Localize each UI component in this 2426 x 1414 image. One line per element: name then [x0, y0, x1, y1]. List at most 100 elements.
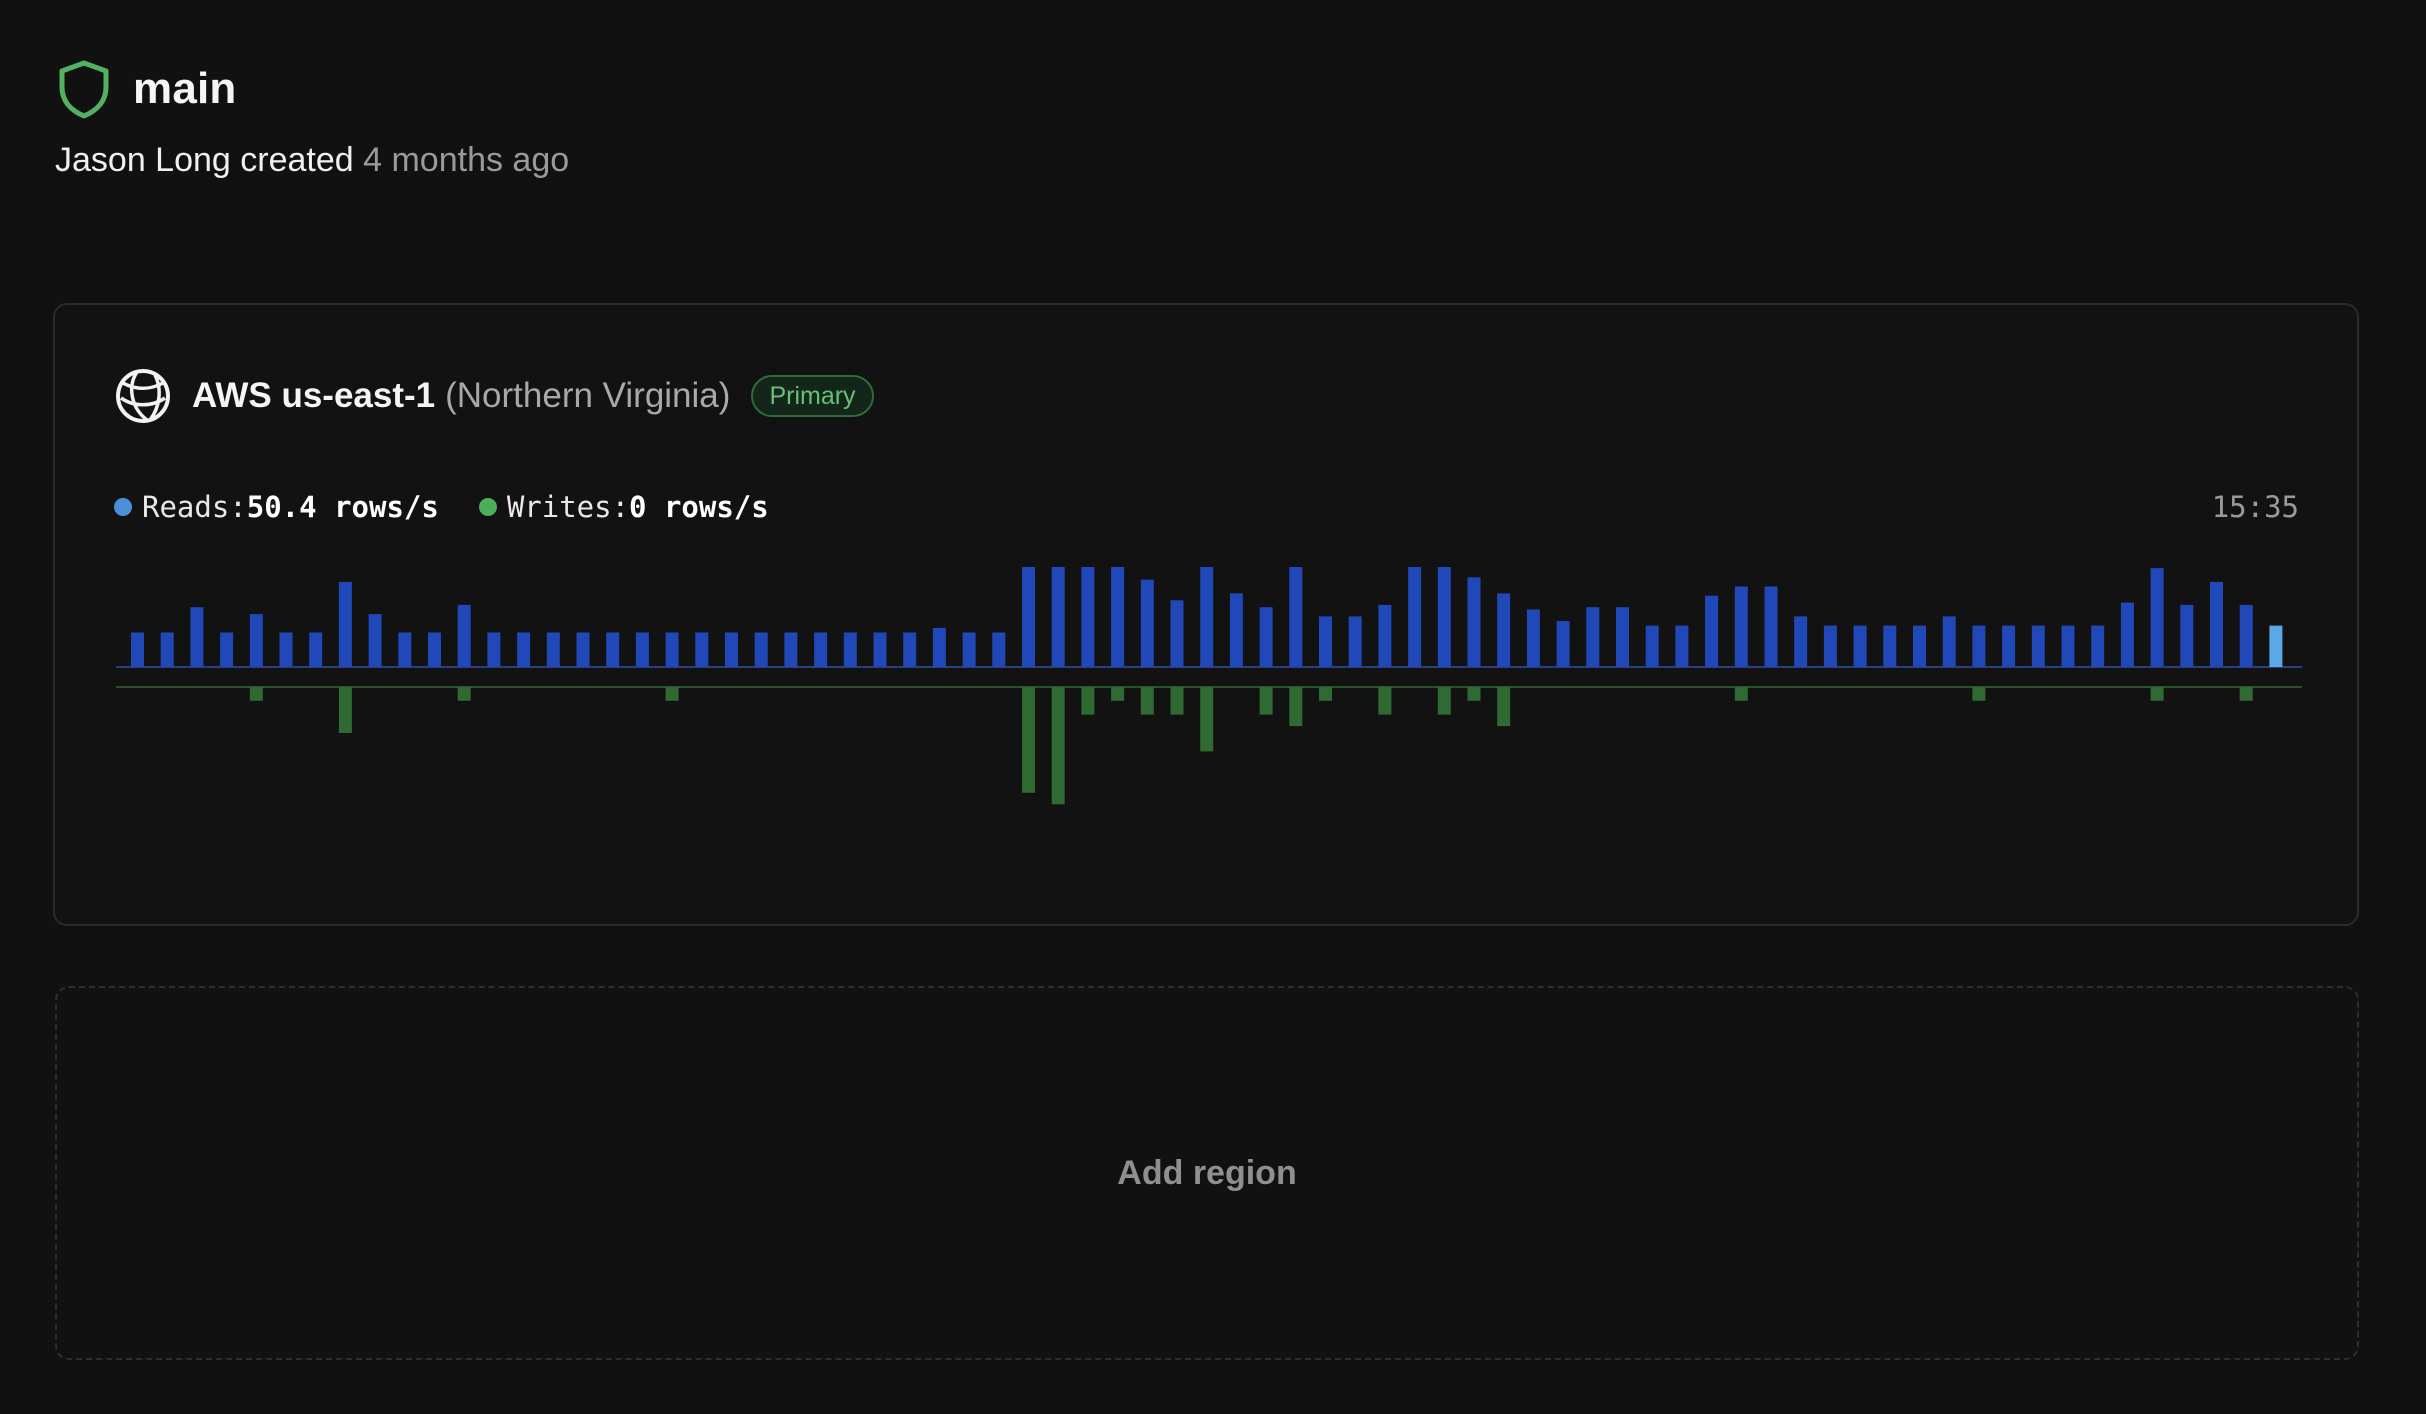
- reads-bar: [1526, 609, 1540, 667]
- shield-icon: [59, 60, 109, 119]
- writes-bar: [1051, 687, 1065, 805]
- reads-bar: [2210, 581, 2223, 667]
- reads-bar: [962, 632, 976, 667]
- writes-bar: [2150, 687, 2164, 701]
- writes-bar: [1378, 687, 1392, 715]
- created-time-text: 4 months ago: [363, 141, 570, 179]
- writes-bar: [665, 687, 679, 701]
- reads-bar: [1734, 586, 1748, 667]
- activity-chart: [116, 567, 2302, 805]
- writes-bar: [249, 687, 263, 701]
- reads-bar: [1467, 577, 1481, 667]
- reads-bar: [1111, 567, 1125, 667]
- reads-bar: [398, 632, 412, 667]
- reads-bar: [368, 614, 382, 667]
- reads-bar: [1794, 616, 1808, 667]
- created-by-text: Jason Long created: [55, 141, 354, 179]
- reads-bar: [843, 632, 857, 667]
- reads-bar: [309, 632, 323, 667]
- writes-bar: [1140, 687, 1154, 715]
- writes-bar: [1200, 687, 1214, 752]
- reads-bar: [1170, 600, 1184, 667]
- writes-bar: [1319, 687, 1332, 701]
- writes-bar: [1111, 687, 1125, 701]
- region-location: (Northern Virginia): [445, 376, 731, 415]
- reads-bar: [2091, 625, 2105, 667]
- reads-bar: [754, 632, 768, 667]
- reads-bar: [1348, 616, 1362, 667]
- add-region-button[interactable]: Add region: [55, 986, 2359, 1360]
- reads-bar: [1022, 567, 1035, 667]
- region-name: AWS us-east-1: [192, 376, 436, 415]
- reads-bar: [932, 627, 946, 667]
- writes-bar: [457, 687, 471, 701]
- reads-bar: [2002, 625, 2016, 667]
- reads-bar: [1289, 567, 1303, 667]
- reads-label: Reads:: [142, 490, 247, 524]
- chart-time: 15:35: [2211, 490, 2299, 524]
- writes-bar: [1972, 687, 1986, 701]
- globe-icon: [116, 369, 170, 423]
- writes-bar: [1467, 687, 1481, 701]
- reads-bar: [635, 632, 649, 667]
- reads-bar: [1764, 586, 1778, 667]
- reads-bar: [160, 632, 174, 667]
- reads-bar-current: [2269, 625, 2283, 667]
- reads-bar: [1229, 593, 1243, 667]
- reads-bar: [190, 607, 204, 667]
- reads-bar: [606, 632, 620, 667]
- reads-bar: [1319, 616, 1332, 667]
- reads-bar: [725, 632, 738, 667]
- reads-value: 50.4 rows/s: [246, 490, 439, 524]
- reads-bar: [1913, 625, 1926, 667]
- writes-bar: [338, 687, 352, 733]
- reads-bar: [457, 604, 471, 667]
- legend-writes: Writes: 0 rows/s: [478, 490, 769, 524]
- reads-bar: [220, 632, 234, 667]
- reads-bar: [576, 632, 590, 667]
- reads-bar: [2150, 568, 2164, 667]
- reads-bar: [1259, 607, 1273, 667]
- reads-bar: [1942, 616, 1956, 667]
- writes-label: Writes:: [506, 490, 630, 524]
- writes-bar: [1259, 687, 1273, 715]
- reads-bar: [873, 632, 887, 667]
- reads-bar: [1140, 579, 1154, 667]
- reads-bar: [814, 632, 828, 667]
- writes-bar: [1081, 687, 1095, 715]
- reads-bar: [1853, 625, 1867, 667]
- reads-bar: [695, 632, 709, 667]
- writes-value: 0 rows/s: [629, 490, 769, 524]
- reads-bar: [1645, 625, 1659, 667]
- reads-bar: [1081, 567, 1095, 667]
- writes-bar: [1022, 687, 1035, 793]
- reads-bar: [1200, 567, 1214, 667]
- reads-bar: [487, 632, 501, 667]
- reads-bar: [992, 632, 1006, 667]
- reads-bar: [131, 632, 144, 667]
- reads-bar: [428, 632, 441, 667]
- writes-bar: [1734, 687, 1748, 701]
- region-card: AWS us-east-1 (Northern Virginia) Primar…: [53, 303, 2359, 926]
- primary-badge: Primary: [751, 375, 874, 417]
- reads-bar: [2239, 604, 2253, 667]
- reads-bar: [1972, 625, 1986, 667]
- reads-bar: [546, 632, 560, 667]
- reads-bar: [1556, 621, 1570, 667]
- reads-bar: [665, 632, 679, 667]
- reads-bar: [249, 614, 263, 667]
- reads-bar: [517, 632, 531, 667]
- reads-bar: [1675, 625, 1689, 667]
- reads-bar: [903, 632, 917, 667]
- reads-bar: [1497, 593, 1511, 667]
- reads-bar: [279, 632, 293, 667]
- chart-legend: Reads: 50.4 rows/s Writes: 0 rows/s: [114, 487, 809, 527]
- reads-bar: [1437, 567, 1451, 667]
- writes-bar: [1497, 687, 1511, 727]
- reads-bar: [1408, 567, 1422, 667]
- branch-created-info: Jason Long created 4 months ago: [55, 136, 569, 184]
- reads-bar: [1823, 625, 1837, 667]
- reads-dot-icon: [114, 498, 132, 516]
- writes-bar: [1289, 687, 1303, 727]
- reads-bar: [2031, 625, 2045, 667]
